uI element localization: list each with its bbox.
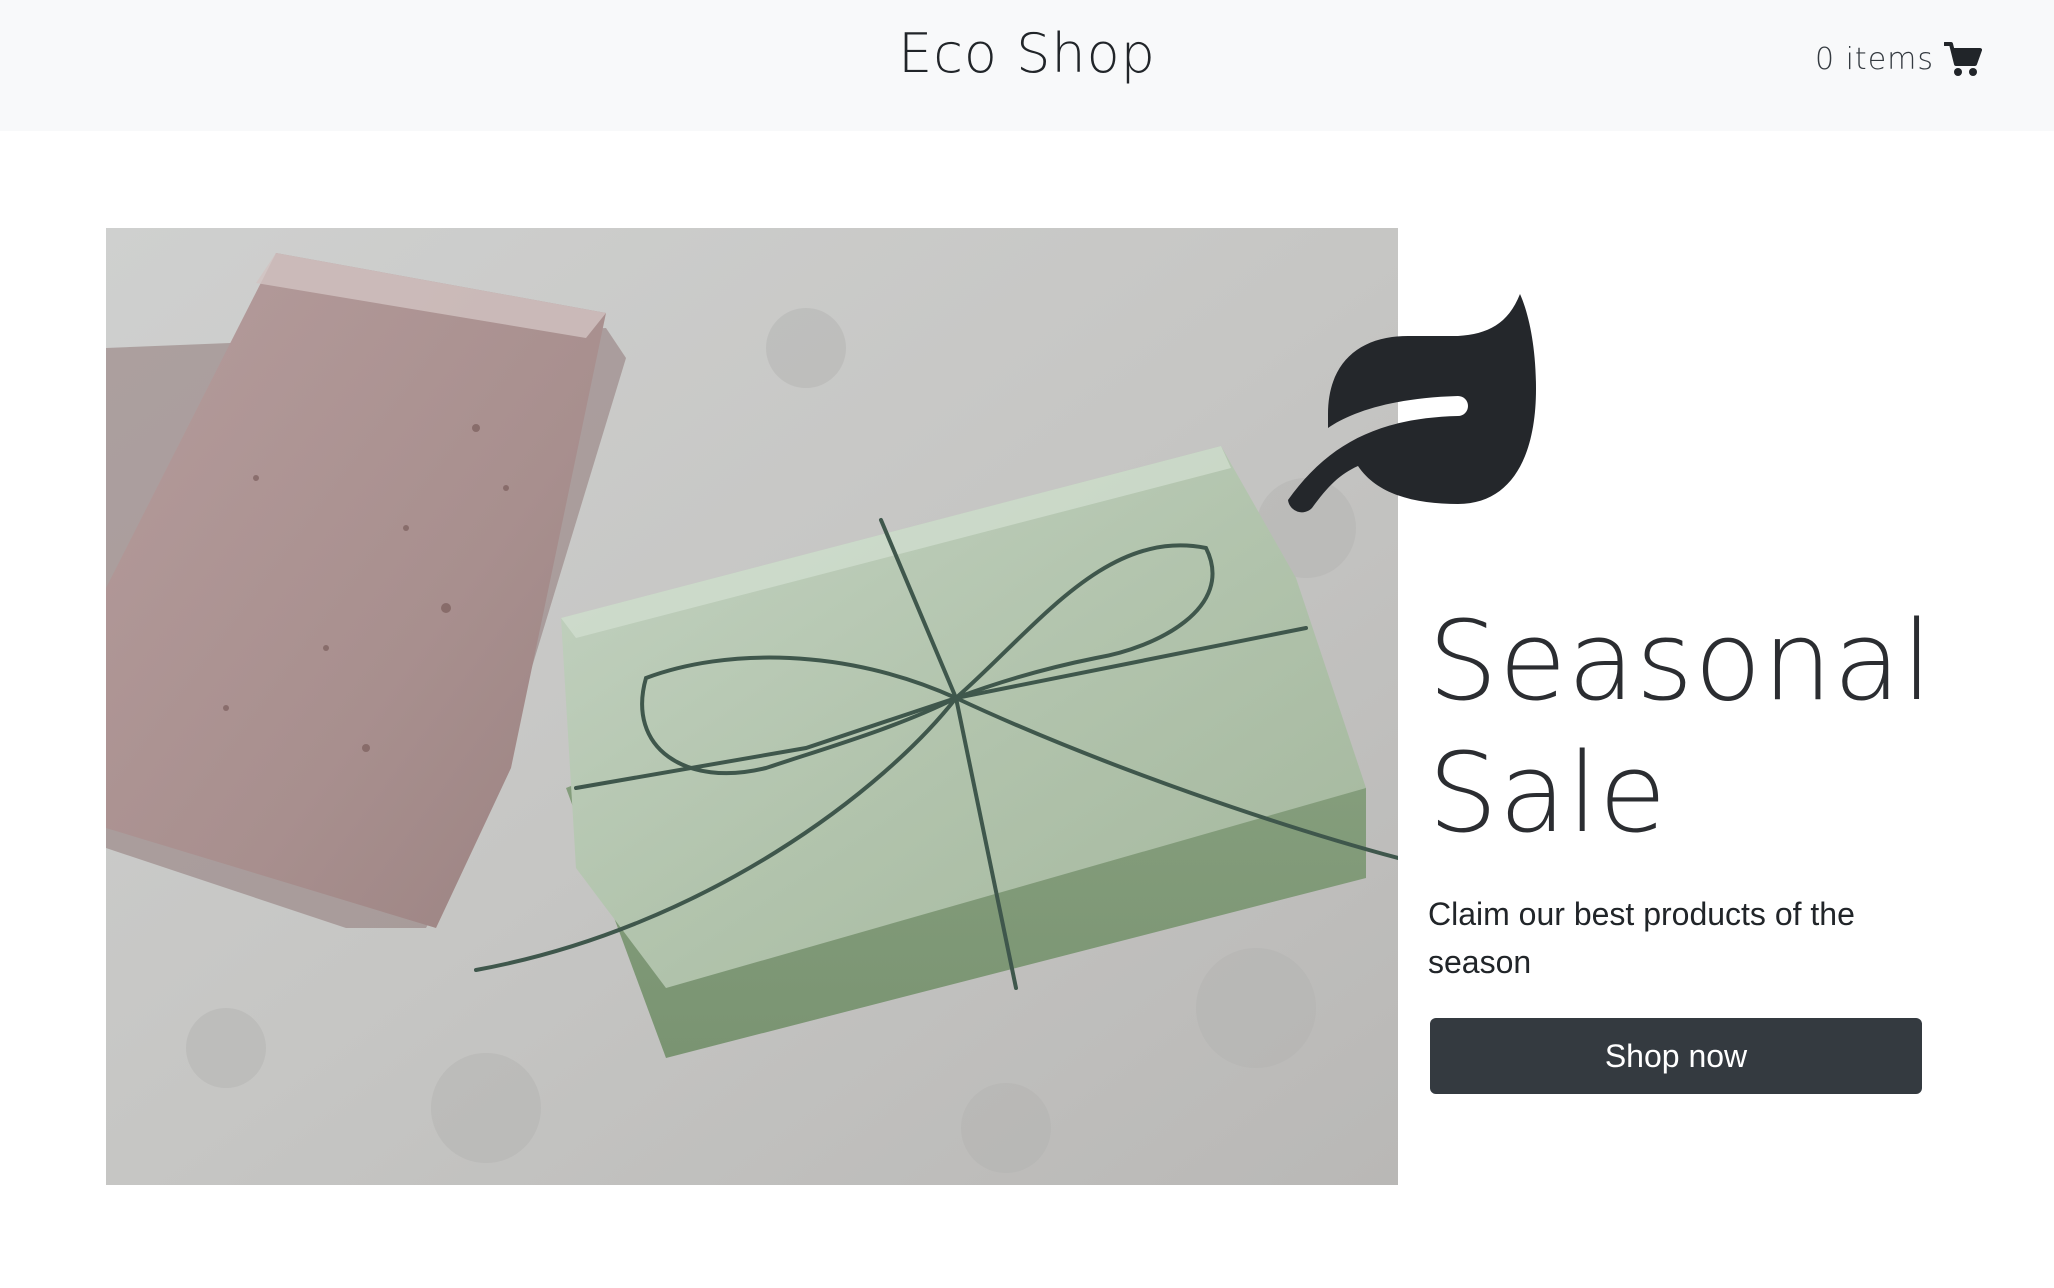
navbar: Eco Shop 0 items xyxy=(0,0,2054,131)
brand-logo: Eco Shop xyxy=(0,22,2054,85)
shop-now-button[interactable]: Shop now xyxy=(1430,1018,1922,1094)
soap-bars-image xyxy=(106,228,1398,1185)
hero-subtext: Claim our best products of the season xyxy=(1428,896,1855,980)
shopping-cart-icon xyxy=(1944,41,1982,77)
hero-headline: Seasonal Sale xyxy=(1428,597,1934,857)
brand-link[interactable]: Eco Shop xyxy=(898,22,1156,85)
cart-count: 0 items xyxy=(1814,41,1934,77)
leaf-icon xyxy=(1288,294,1544,520)
cart-button[interactable]: 0 items xyxy=(1815,34,1982,84)
